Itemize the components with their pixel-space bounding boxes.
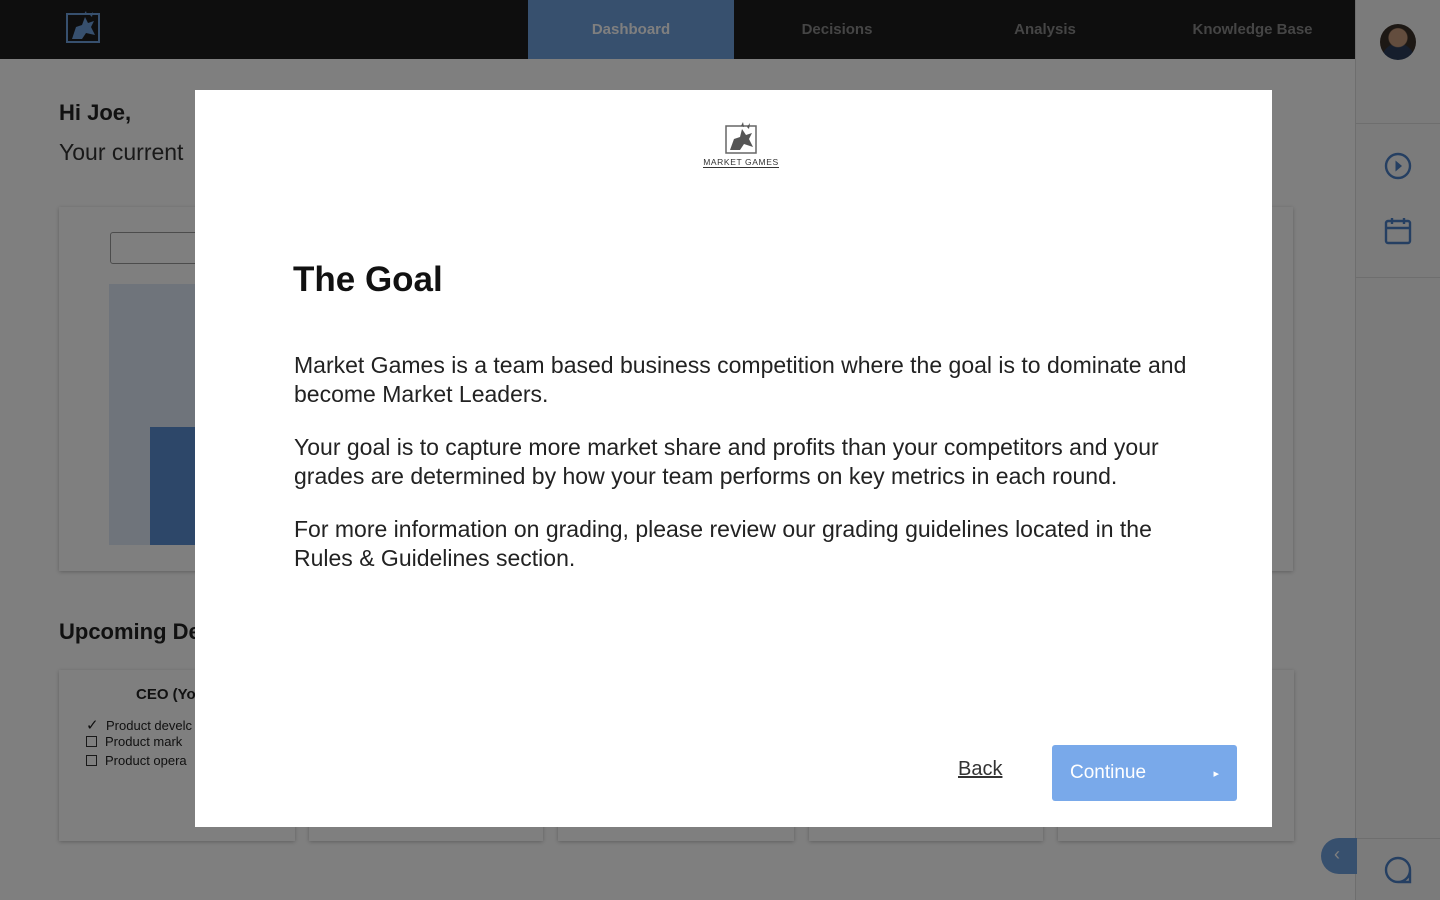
modal-paragraph: Market Games is a team based business co… (294, 352, 1187, 407)
continue-label: Continue (1070, 762, 1147, 783)
market-games-logo-icon (725, 122, 757, 154)
modal-paragraph: Your goal is to capture more market shar… (294, 434, 1159, 489)
modal-title: The Goal (293, 260, 443, 299)
brand-logo: MARKET GAMES (697, 122, 785, 168)
brand-name: MARKET GAMES (703, 157, 779, 168)
goal-modal: MARKET GAMES The Goal Market Games is a … (195, 90, 1272, 827)
play-arrow-icon: ▸ (1213, 767, 1219, 780)
back-button[interactable]: Back (958, 758, 1002, 781)
modal-paragraph: For more information on grading, please … (294, 516, 1152, 571)
continue-button[interactable]: Continue ▸ (1052, 745, 1237, 801)
